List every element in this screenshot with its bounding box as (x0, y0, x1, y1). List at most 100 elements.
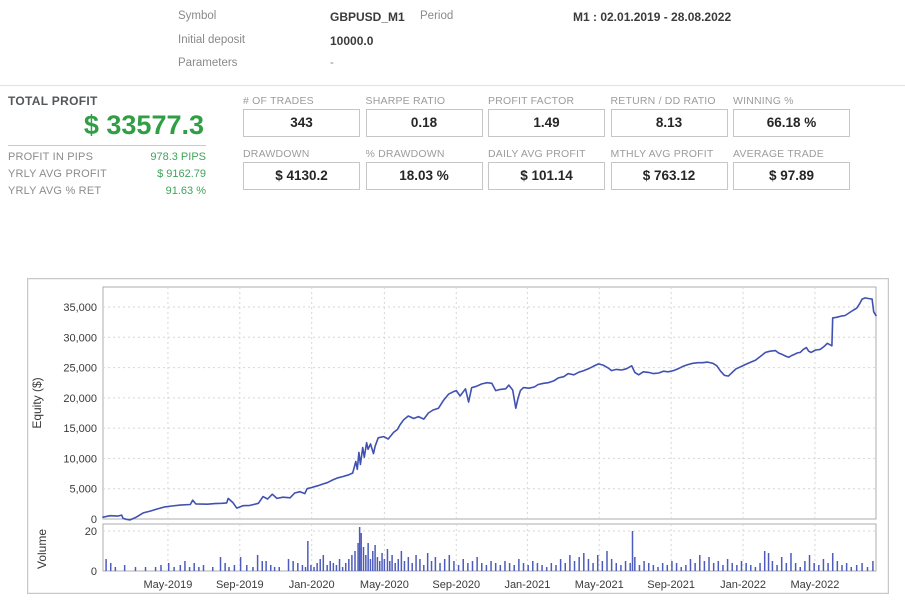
volume-bar (578, 557, 580, 571)
volume-bar (307, 541, 309, 571)
volume-bar (357, 543, 359, 571)
header-divider (0, 85, 905, 86)
volume-bar (804, 561, 806, 571)
volume-bar (574, 561, 576, 571)
stat-value-box: $ 763.12 (611, 162, 728, 190)
stat-label: SHARPE RATIO (366, 95, 483, 109)
volume-bar (616, 563, 618, 571)
equity-ytick-label: 30,000 (63, 332, 97, 344)
volume-bar (741, 561, 743, 571)
volume-bar (620, 565, 622, 571)
xtick-label: May-2020 (360, 579, 409, 591)
volume-bar (867, 567, 869, 571)
stat-label: DAILY AVG PROFIT (488, 148, 605, 162)
volume-bar (513, 565, 515, 571)
stat-cell-winning: WINNING %66.18 % (733, 95, 850, 137)
volume-bar (404, 561, 406, 571)
volume-bar (365, 555, 367, 571)
volume-bar (727, 559, 729, 571)
volume-ytick-label: 20 (85, 526, 97, 538)
volume-bar (212, 567, 214, 571)
stat-value-box: 343 (243, 109, 360, 137)
volume-bar (351, 555, 353, 571)
volume-bar (462, 559, 464, 571)
stat-cell-of-trades: # OF TRADES343 (243, 95, 360, 137)
volume-bar (359, 527, 361, 571)
stat-label: DRAWDOWN (243, 148, 360, 162)
volume-bar (569, 555, 571, 571)
volume-bar (795, 563, 797, 571)
volume-bar (832, 553, 834, 571)
volume-bar (736, 565, 738, 571)
volume-bar (319, 559, 321, 571)
stat-value-box: $ 97.89 (733, 162, 850, 190)
volume-bar (354, 551, 356, 571)
summary-row-value: $ 9162.79 (157, 168, 206, 180)
volume-bar (377, 557, 379, 571)
volume-bar (500, 565, 502, 571)
volume-bar (781, 557, 783, 571)
stat-cell-return-dd-ratio: RETURN / DD RATIO8.13 (611, 95, 728, 137)
volume-bar (592, 563, 594, 571)
stat-cell-sharpe-ratio: SHARPE RATIO0.18 (366, 95, 483, 137)
volume-bar (588, 559, 590, 571)
stats-grid: # OF TRADES343SHARPE RATIO0.18PROFIT FAC… (243, 95, 850, 201)
volume-bar (449, 555, 451, 571)
stat-cell-average-trade: AVERAGE TRADE$ 97.89 (733, 148, 850, 190)
volume-bar (671, 561, 673, 571)
volume-bar (115, 567, 117, 571)
volume-bar (643, 561, 645, 571)
volume-bar (184, 561, 186, 571)
volume-bar (634, 557, 636, 571)
equity-ytick-label: 25,000 (63, 363, 97, 375)
equity-ytick-label: 15,000 (63, 423, 97, 435)
volume-bar (246, 565, 248, 571)
stat-value-box: 1.49 (488, 109, 605, 137)
equity-ytick-label: 10,000 (63, 453, 97, 465)
volume-bar (541, 565, 543, 571)
volume-bar (384, 559, 386, 571)
volume-bar (193, 563, 195, 571)
summary-row-label: YRLY AVG % RET (8, 185, 101, 197)
stat-cell-daily-avg-profit: DAILY AVG PROFIT$ 101.14 (488, 148, 605, 190)
volume-bar (339, 559, 341, 571)
volume-bar (288, 559, 290, 571)
volume-bar (583, 553, 585, 571)
period-label: Period (420, 10, 453, 22)
volume-bar (690, 559, 692, 571)
xtick-label: May-2022 (790, 579, 839, 591)
summary-row-value: 91.63 % (166, 185, 206, 197)
volume-bar (629, 563, 631, 571)
volume-bar (408, 557, 410, 571)
total-profit-value: $ 33577.3 (8, 108, 206, 146)
volume-bar (786, 563, 788, 571)
volume-bar (606, 551, 608, 571)
equity-ytick-label: 5,000 (69, 484, 97, 496)
stat-value-box: 0.18 (366, 109, 483, 137)
volume-bar (370, 559, 372, 571)
volume-bar (398, 559, 400, 571)
volume-bar (518, 559, 520, 571)
volume-bar (419, 559, 421, 571)
equity-ytick-label: 20,000 (63, 393, 97, 405)
volume-bar (799, 567, 801, 571)
volume-axis-title: Volume (35, 529, 49, 569)
volume-bar (680, 567, 682, 571)
volume-bar (224, 563, 226, 571)
volume-bar (495, 563, 497, 571)
stat-label: WINNING % (733, 95, 850, 109)
volume-bar (278, 567, 280, 571)
volume-bar (823, 559, 825, 571)
equity-plot-frame (103, 287, 876, 519)
summary-row-label: YRLY AVG PROFIT (8, 168, 107, 180)
summary-row: PROFIT IN PIPS978.3 PIPS (8, 146, 206, 163)
volume-bar (648, 563, 650, 571)
volume-bar (472, 561, 474, 571)
stat-label: AVERAGE TRADE (733, 148, 850, 162)
volume-bar (755, 567, 757, 571)
volume-bar (809, 555, 811, 571)
stat-value-box: $ 4130.2 (243, 162, 360, 190)
volume-bar (565, 563, 567, 571)
volume-bar (718, 561, 720, 571)
volume-bar (305, 567, 307, 571)
